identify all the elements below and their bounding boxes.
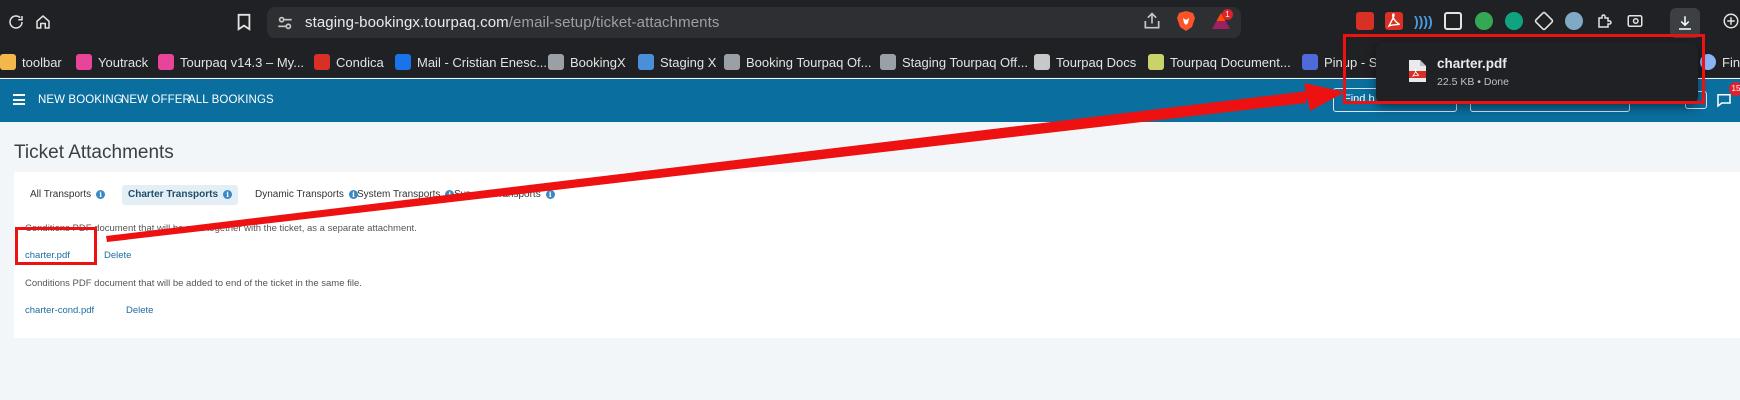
nav-new-booking[interactable]: NEW BOOKING xyxy=(38,94,123,106)
screenshot-icon[interactable] xyxy=(1626,12,1644,30)
reload-icon[interactable] xyxy=(3,9,29,35)
pdf-file-icon xyxy=(1406,59,1428,83)
bookmark-item[interactable]: Staging Tourpaq Off... xyxy=(880,52,1028,72)
bookmark-favicon-icon xyxy=(548,54,564,70)
tab-label: Dynamic Transports xyxy=(255,189,344,200)
bookmark-label: BookingX xyxy=(570,54,626,70)
same-file-description: Conditions PDF document that will be add… xyxy=(25,278,362,289)
bookmark-item[interactable]: Tourpaq Document... xyxy=(1148,52,1291,72)
find-label-text: Find xyxy=(1722,54,1740,70)
same-file-file-link[interactable]: charter-cond.pdf xyxy=(25,305,94,316)
url-path: /email-setup/ticket-attachments xyxy=(508,14,720,31)
nav-all-bookings[interactable]: ALL BOOKINGS xyxy=(188,94,274,106)
bookmark-favicon-icon xyxy=(880,54,896,70)
bookmark-favicon-icon xyxy=(314,54,330,70)
bookmark-label: Tourpaq v14.3 – My... xyxy=(180,54,305,70)
tab-label: Sys-real Transports xyxy=(454,189,541,200)
url-host: staging-bookingx.tourpaq.com xyxy=(305,14,509,31)
same-file-delete-link[interactable]: Delete xyxy=(126,305,153,316)
chat-badge: 15 xyxy=(1729,82,1740,96)
browser-toolbar: staging-bookingx.tourpaq.com/email-setup… xyxy=(0,0,1740,45)
bookmark-favicon-icon xyxy=(395,54,411,70)
bookmark-label: Condica xyxy=(336,54,384,70)
bookmark-label: Mail - Cristian Enesc... xyxy=(417,54,548,70)
rewards-badge: 1 xyxy=(1222,9,1233,20)
download-bubble[interactable]: charter.pdf 22.5 KB • Done xyxy=(1376,42,1698,104)
bookmark-favicon-icon xyxy=(0,54,16,70)
tab-dynamic-transports[interactable]: Dynamic Transports i xyxy=(249,185,364,205)
tab-label: All Transports xyxy=(30,189,92,200)
page-title: Ticket Attachments xyxy=(14,142,174,163)
bookmark-label: Tourpaq Docs xyxy=(1056,54,1137,70)
bookmark-favicon-icon xyxy=(1034,54,1050,70)
separate-attachment-file-link[interactable]: charter.pdf xyxy=(25,250,70,261)
site-settings-icon[interactable] xyxy=(275,13,295,33)
nav-new-offer[interactable]: NEW OFFER xyxy=(121,94,191,106)
extension-gmail-icon[interactable] xyxy=(1356,12,1374,30)
share-icon[interactable] xyxy=(1142,11,1162,31)
menu-icon[interactable] xyxy=(13,94,25,105)
bookmark-label: toolbar xyxy=(22,54,62,70)
tab-label: Charter Transports xyxy=(128,189,219,200)
bookmark-item[interactable]: Tourpaq v14.3 – My... xyxy=(158,52,304,72)
bookmark-find-label[interactable]: Find xyxy=(1700,52,1740,72)
bookmark-item[interactable]: Staging X xyxy=(638,52,716,72)
find-booking-text: Find b xyxy=(1344,93,1375,105)
tab-sys-real-transports[interactable]: Sys-real Transports i xyxy=(448,185,561,205)
url-text[interactable]: staging-bookingx.tourpaq.com/email-setup… xyxy=(305,14,719,31)
extensions-puzzle-icon[interactable] xyxy=(1596,12,1614,30)
bookmark-favicon-icon xyxy=(1148,54,1164,70)
download-status: 22.5 KB • Done xyxy=(1437,76,1509,88)
brave-shields-icon[interactable] xyxy=(1176,10,1196,32)
bookmark-label: Staging X xyxy=(660,54,717,70)
bookmark-item[interactable]: Tourpaq Docs xyxy=(1034,52,1136,72)
extension-android-icon[interactable] xyxy=(1475,12,1493,30)
extension-chatgpt-icon[interactable] xyxy=(1505,12,1523,30)
bookmark-item[interactable]: Booking Tourpaq Of... xyxy=(724,52,872,72)
info-icon[interactable]: i xyxy=(545,190,555,199)
tab-charter-transports[interactable]: Charter Transports i xyxy=(122,185,239,205)
bookmark-item[interactable]: toolbar xyxy=(0,52,62,72)
address-bar[interactable]: staging-bookingx.tourpaq.com/email-setup… xyxy=(267,7,1241,38)
extension-pdf-icon[interactable] xyxy=(1385,12,1403,30)
info-icon[interactable]: i xyxy=(96,190,106,199)
bookmark-label: Pinup - Sti xyxy=(1324,54,1384,70)
bookmark-item[interactable]: Youtrack xyxy=(76,52,148,72)
bookmark-favicon-icon xyxy=(638,54,654,70)
extension-window-icon[interactable] xyxy=(1444,12,1462,30)
attachments-card: All Transports i Charter Transports i Dyna… xyxy=(14,172,1740,338)
find-icon[interactable] xyxy=(1722,12,1740,30)
downloads-icon[interactable] xyxy=(1670,8,1700,38)
bookmark-item[interactable]: Mail - Cristian Enesc... xyxy=(395,52,547,72)
extension-globe-icon[interactable] xyxy=(1565,12,1583,30)
info-icon[interactable]: i xyxy=(223,190,233,199)
bookmark-favicon-icon xyxy=(1302,54,1318,70)
extension-wireless-icon[interactable]: )))) xyxy=(1414,12,1433,30)
separate-attachment-delete-link[interactable]: Delete xyxy=(104,250,131,261)
bookmark-label: Tourpaq Document... xyxy=(1170,54,1291,70)
bookmark-label: Staging Tourpaq Off... xyxy=(902,54,1028,70)
bookmark-item[interactable]: Pinup - Sti xyxy=(1302,52,1384,72)
extension-crop-icon[interactable] xyxy=(1533,10,1555,32)
bookmark-star-icon[interactable] xyxy=(231,9,257,35)
separate-attachment-description: Conditions PDF document that will be sen… xyxy=(25,223,417,234)
bookmark-favicon-icon xyxy=(76,54,92,70)
bookmark-favicon-icon xyxy=(724,54,740,70)
bookmark-item[interactable]: Condica xyxy=(314,52,384,72)
home-icon[interactable] xyxy=(30,9,56,35)
tab-system-transports[interactable]: System Transports i xyxy=(351,185,460,205)
download-file-name[interactable]: charter.pdf xyxy=(1437,56,1507,71)
bookmark-favicon-icon xyxy=(158,54,174,70)
find-favicon-icon xyxy=(1700,54,1716,70)
bookmark-label: Youtrack xyxy=(98,54,149,70)
tab-all-transports[interactable]: All Transports i xyxy=(24,185,111,205)
bookmark-label: Booking Tourpaq Of... xyxy=(746,54,872,70)
tab-label: System Transports xyxy=(357,189,441,200)
bookmark-item[interactable]: BookingX xyxy=(548,52,626,72)
